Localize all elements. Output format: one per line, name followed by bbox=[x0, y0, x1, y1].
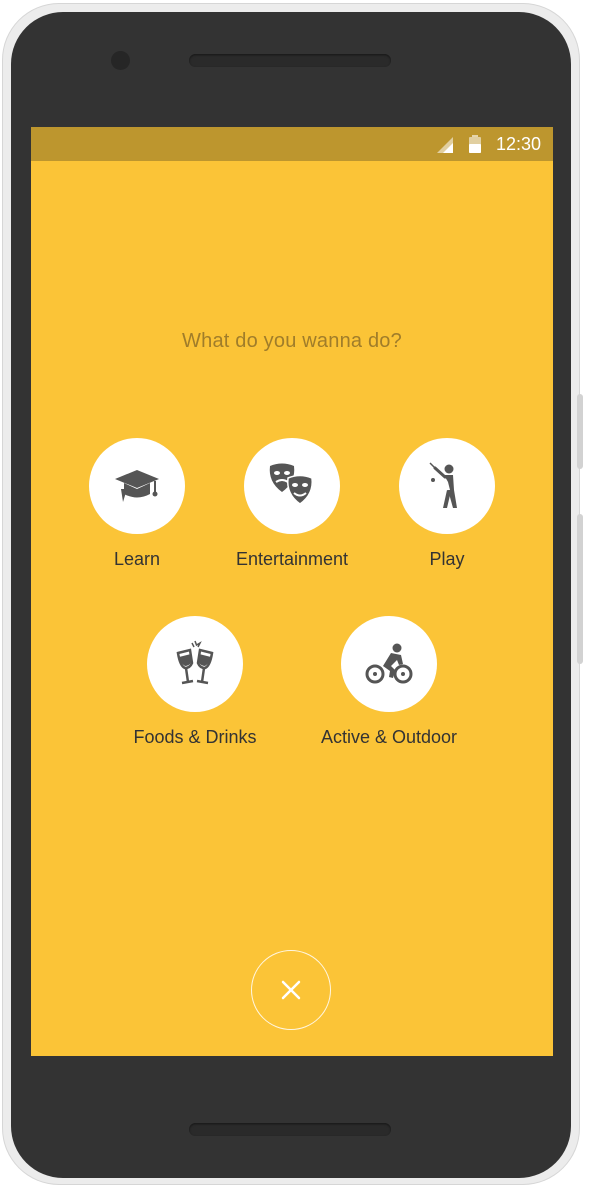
top-speaker bbox=[189, 54, 391, 67]
status-time: 12:30 bbox=[495, 134, 541, 154]
prompt-heading: What do you wanna do? bbox=[182, 330, 402, 352]
volume-button bbox=[577, 514, 583, 664]
option-label: Active & Outdoor bbox=[320, 727, 458, 747]
theater-masks-icon bbox=[269, 463, 313, 505]
option-label: Play bbox=[429, 549, 465, 569]
option-foods-drinks[interactable]: Foods & Drinks bbox=[115, 616, 275, 748]
option-entertainment[interactable]: Entertainment bbox=[212, 438, 372, 570]
option-play-circle[interactable] bbox=[399, 438, 495, 534]
option-foods-drinks-circle[interactable] bbox=[147, 616, 243, 712]
champagne-glasses-icon bbox=[176, 640, 214, 685]
app-screen: 12:30 What do you wanna do? Learn Entert… bbox=[31, 127, 553, 1056]
close-icon bbox=[281, 980, 301, 1000]
option-active-outdoor[interactable]: Active & Outdoor bbox=[309, 616, 469, 748]
option-active-outdoor-circle[interactable] bbox=[341, 616, 437, 712]
option-label: Learn bbox=[113, 549, 161, 569]
golf-player-icon bbox=[429, 462, 457, 508]
bottom-speaker bbox=[189, 1123, 391, 1136]
close-button[interactable] bbox=[251, 950, 331, 1030]
option-learn[interactable]: Learn bbox=[57, 438, 217, 570]
option-entertainment-circle[interactable] bbox=[244, 438, 340, 534]
graduation-cap-icon bbox=[115, 470, 159, 502]
option-play[interactable]: Play bbox=[367, 438, 527, 570]
front-camera bbox=[111, 51, 130, 70]
option-label: Foods & Drinks bbox=[133, 727, 257, 747]
signal-icon bbox=[437, 137, 453, 153]
status-bar: 12:30 bbox=[31, 127, 553, 161]
option-label: Entertainment bbox=[235, 549, 349, 569]
power-button bbox=[577, 394, 583, 469]
battery-icon bbox=[469, 135, 481, 153]
option-learn-circle[interactable] bbox=[89, 438, 185, 534]
cyclist-icon bbox=[365, 643, 413, 684]
